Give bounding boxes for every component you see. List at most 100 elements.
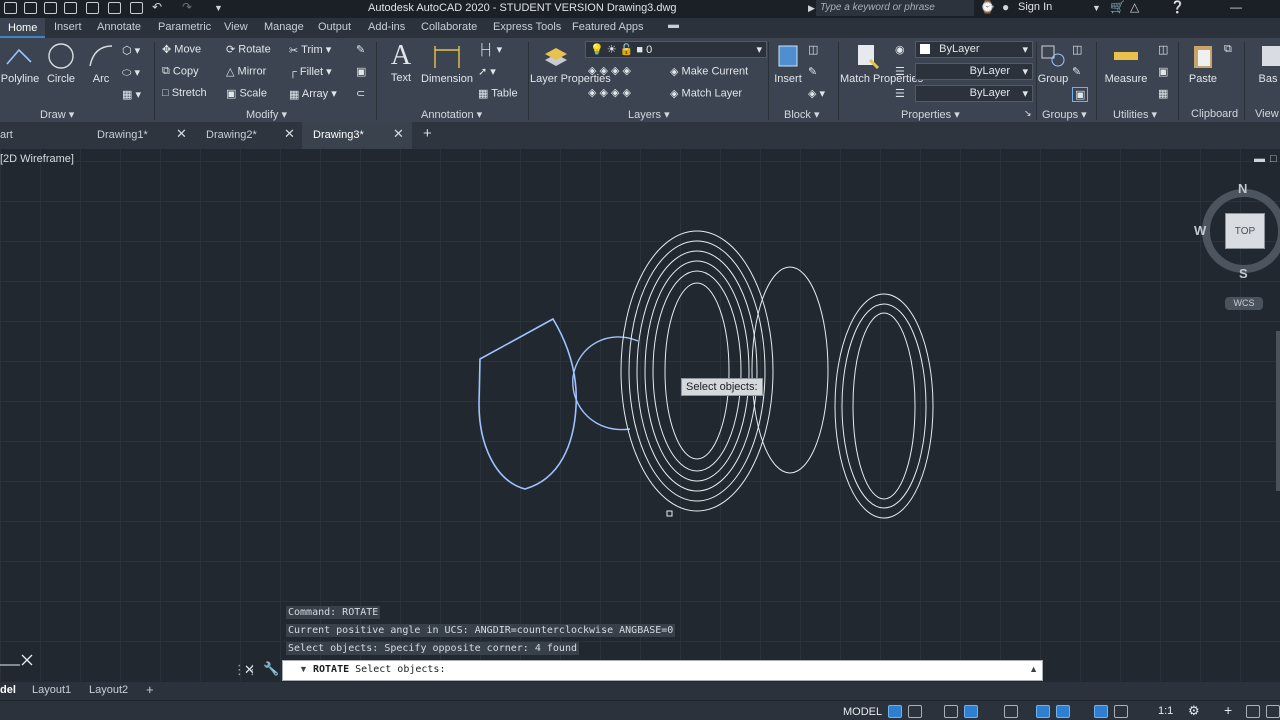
print-icon[interactable] xyxy=(130,2,143,14)
tab-drawing2[interactable]: Drawing2* xyxy=(206,129,257,141)
selected-arc-shape[interactable] xyxy=(572,336,639,431)
wcs-menu[interactable]: WCS xyxy=(1225,297,1263,310)
command-close-icon[interactable]: ✕ xyxy=(244,662,255,678)
annotation-panel-label[interactable]: Annotation ▾ xyxy=(421,108,482,121)
command-line-input[interactable]: ▼ ROTATE Select objects: ▲ xyxy=(282,660,1043,681)
polar-tracking-icon[interactable] xyxy=(964,705,978,718)
tab-layout1[interactable]: Layout1 xyxy=(32,684,71,696)
object-snap-icon[interactable] xyxy=(1056,705,1070,718)
polygon-icon[interactable]: ⬡ ▾ xyxy=(122,44,140,57)
scale-button[interactable]: ▣ Scale xyxy=(226,87,267,100)
open-file-icon[interactable] xyxy=(44,2,57,14)
save-icon[interactable] xyxy=(64,2,77,14)
ribbon-toggle-icon[interactable]: ▬ xyxy=(668,19,679,31)
concentric-ellipses-group[interactable] xyxy=(620,230,774,512)
new-file-icon[interactable] xyxy=(24,2,37,14)
linear-dimension-icon[interactable]: ├┤ ▾ xyxy=(478,43,502,56)
tab-home[interactable]: Home xyxy=(0,18,46,38)
autodesk-app-icon[interactable]: △ xyxy=(1130,0,1139,14)
save-as-icon[interactable] xyxy=(86,2,99,14)
measure-button[interactable]: Measure xyxy=(1100,42,1152,85)
drawing-canvas[interactable]: [2D Wireframe] ▬ □ N W S TOP WCS xyxy=(0,149,1280,681)
arc-button[interactable]: Arc xyxy=(84,42,118,85)
new-tab-icon[interactable]: + xyxy=(423,125,432,142)
tab-layout2[interactable]: Layout2 xyxy=(89,684,128,696)
auto-scale-icon[interactable] xyxy=(1114,705,1128,718)
tab-express-tools[interactable]: Express Tools xyxy=(493,21,561,33)
select-all-icon[interactable]: ▣ xyxy=(1158,65,1168,78)
stretch-button[interactable]: □ Stretch xyxy=(162,87,207,99)
linetype-icon[interactable]: ☰ xyxy=(895,65,905,78)
workspace-gear-icon[interactable]: ⚙ xyxy=(1188,703,1200,719)
tab-drawing3[interactable]: Drawing3* xyxy=(313,129,364,141)
viewcube-top-face[interactable]: TOP xyxy=(1225,213,1265,249)
tab-insert[interactable]: Insert xyxy=(54,21,82,33)
layer-dropdown[interactable]: 💡 ☀ 🔓 ■ 0 ▾ xyxy=(585,41,767,58)
draw-panel-label[interactable]: Draw ▾ xyxy=(40,108,74,121)
user-icon[interactable]: ● xyxy=(1002,0,1009,14)
properties-panel-label[interactable]: Properties ▾ xyxy=(901,108,960,121)
ungroup-icon[interactable]: ◫ xyxy=(1072,43,1082,56)
table-button[interactable]: ▦ Table xyxy=(478,87,518,100)
recent-commands-dropdown-icon[interactable]: ▼ xyxy=(299,664,308,674)
match-layer-button[interactable]: ◈ Match Layer xyxy=(670,87,742,100)
isolate-objects-icon[interactable] xyxy=(1246,705,1260,718)
block-panel-label[interactable]: Block ▾ xyxy=(784,108,819,121)
group-selection-icon[interactable]: ▣ xyxy=(1072,87,1089,102)
insert-button[interactable]: Insert xyxy=(770,42,806,85)
view-panel-label[interactable]: View xyxy=(1255,108,1279,120)
trim-button[interactable]: ✂ Trim ▾ xyxy=(289,43,331,57)
close-drawing3-icon[interactable]: ✕ xyxy=(393,126,404,142)
add-layout-icon[interactable]: + xyxy=(146,682,154,697)
tab-annotate[interactable]: Annotate xyxy=(97,21,141,33)
ortho-icon[interactable] xyxy=(944,705,958,718)
annotation-scale[interactable]: 1:1 xyxy=(1158,705,1173,717)
redo-icon[interactable]: ↷ xyxy=(182,0,192,14)
command-history-expand-icon[interactable]: ▲ xyxy=(1029,664,1038,674)
text-button[interactable]: A Text xyxy=(384,40,418,84)
viewcube-north[interactable]: N xyxy=(1238,181,1247,196)
close-drawing1-icon[interactable]: ✕ xyxy=(176,126,187,142)
layer-tools-row-icon[interactable]: ◈ ◈ ◈ ◈ xyxy=(588,86,631,99)
utilities-panel-label[interactable]: Utilities ▾ xyxy=(1113,108,1157,121)
rotate-button[interactable]: ⟳ Rotate xyxy=(226,43,271,56)
tab-manage[interactable]: Manage xyxy=(264,21,304,33)
layer-properties-button[interactable]: Layer Properties xyxy=(530,42,611,85)
tab-model[interactable]: del xyxy=(0,684,16,696)
sign-in-dropdown-icon[interactable]: ▼ xyxy=(1092,3,1101,13)
lineweight-icon[interactable]: ☰ xyxy=(895,87,905,100)
paste-button[interactable]: Paste xyxy=(1184,42,1222,85)
create-block-icon[interactable]: ◫ xyxy=(808,43,818,56)
groups-panel-label[interactable]: Groups ▾ xyxy=(1042,108,1087,121)
layer-tools-icon[interactable]: ◈ ◈ ◈ ◈ xyxy=(588,64,631,77)
binoculars-icon[interactable]: ⌚ xyxy=(980,0,995,14)
group-edit-icon[interactable]: ✎ xyxy=(1072,65,1081,78)
cut-copy-icon[interactable]: ⧉ xyxy=(1224,43,1232,56)
move-button[interactable]: ✥ Move xyxy=(162,43,201,56)
close-drawing2-icon[interactable]: ✕ xyxy=(284,126,295,142)
calculator-icon[interactable]: ▦ xyxy=(1158,87,1168,100)
circle-button[interactable]: Circle xyxy=(44,42,78,85)
edit-block-icon[interactable]: ✎ xyxy=(808,65,817,78)
right-ellipses-group[interactable] xyxy=(834,293,934,519)
cart-icon[interactable]: 🛒 xyxy=(1110,0,1125,14)
group-button[interactable]: Group xyxy=(1036,42,1070,85)
plot-icon[interactable] xyxy=(108,2,121,14)
polyline-button[interactable]: Polyline xyxy=(0,42,40,85)
navigation-bar[interactable] xyxy=(1276,331,1280,491)
application-menu-icon[interactable] xyxy=(4,2,17,14)
hatch-icon[interactable]: ▦ ▾ xyxy=(122,88,141,101)
lineweight-dropdown[interactable]: ByLayer ▾ xyxy=(915,85,1033,102)
isometric-icon[interactable] xyxy=(1004,705,1018,718)
explode-icon[interactable]: ▣ xyxy=(356,65,366,78)
erase-icon[interactable]: ✎ xyxy=(356,43,365,56)
quick-access-dropdown-icon[interactable]: ▼ xyxy=(214,3,223,13)
leader-icon[interactable]: ➚ ▾ xyxy=(478,65,496,78)
grid-icon[interactable] xyxy=(888,705,902,718)
linetype-dropdown[interactable]: ByLayer ▾ xyxy=(915,63,1033,80)
layers-panel-label[interactable]: Layers ▾ xyxy=(628,108,670,121)
undo-icon[interactable]: ↶ xyxy=(152,0,162,14)
viewcube-south[interactable]: S xyxy=(1239,266,1248,281)
tab-featured-apps[interactable]: Featured Apps xyxy=(572,21,644,33)
object-snap-tracking-icon[interactable] xyxy=(1036,705,1050,718)
